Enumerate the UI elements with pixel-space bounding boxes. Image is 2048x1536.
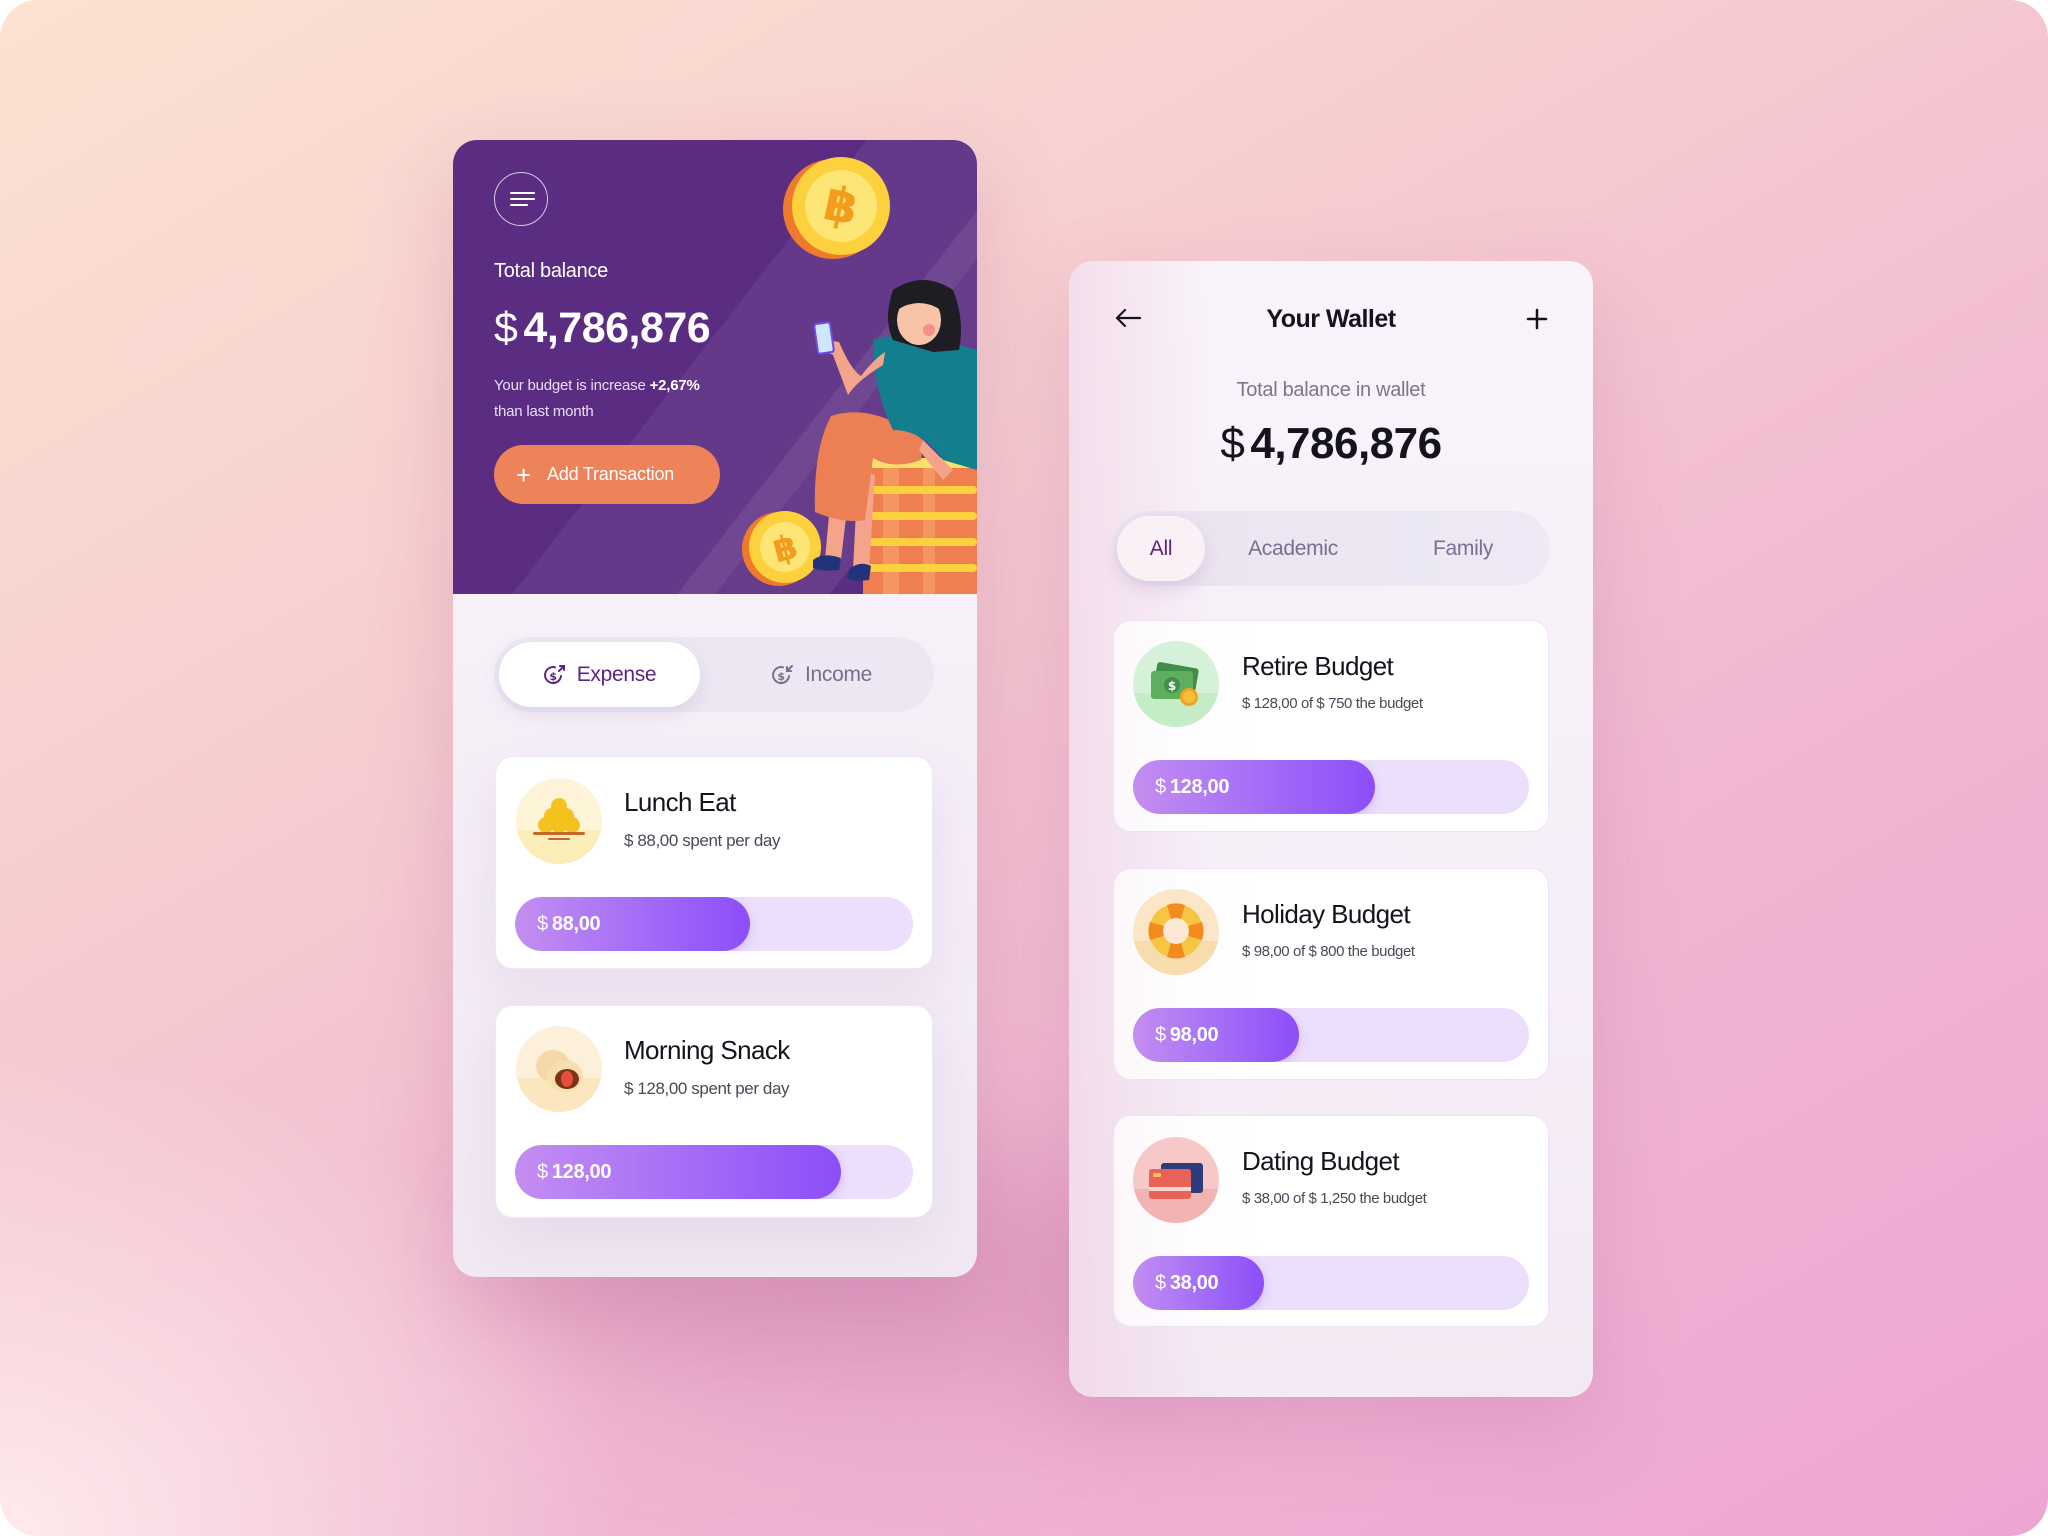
credit-card-icon — [1133, 1137, 1219, 1223]
budget-subtitle: $ 128,00 of $ 750 the budget — [1242, 695, 1423, 712]
balance-hero: ฿ ฿ Total balance $ 4,786,876 Your budge… — [453, 140, 977, 594]
canvas-background: ฿ ฿ Total balance $ 4,786,876 Your budge… — [0, 0, 2048, 1536]
expense-subtitle: $ 88,00 spent per day — [624, 831, 781, 850]
budget-subtitle: $ 38,00 of $ 1,250 the budget — [1242, 1190, 1427, 1207]
hamburger-line — [510, 198, 535, 200]
money-cash-icon: $ — [1133, 641, 1219, 727]
budget-change-note: Your budget is increase +2,67% than last… — [494, 373, 700, 425]
hamburger-line — [510, 204, 528, 206]
total-balance-label: Total balance — [494, 260, 608, 282]
filter-academic[interactable]: Academic — [1223, 516, 1363, 581]
expense-card[interactable]: Lunch Eat $ 88,00 spent per day $88,00 — [495, 756, 933, 969]
hamburger-menu-icon — [510, 192, 535, 194]
filter-family[interactable]: Family — [1393, 516, 1533, 581]
budget-note-prefix: Your budget is increase — [494, 377, 646, 394]
progress-fill: $98,00 — [1133, 1008, 1300, 1062]
expense-progress-bar: $128,00 — [515, 1145, 913, 1199]
total-balance-amount: $4,786,876 — [494, 304, 711, 353]
bar-currency: $ — [1155, 1023, 1166, 1046]
coin-stack — [858, 458, 977, 594]
bar-currency: $ — [537, 1160, 548, 1183]
bar-value: 88,00 — [551, 912, 601, 935]
budget-subtitle: $ 98,00 of $ 800 the budget — [1242, 943, 1415, 960]
progress-fill: $128,00 — [515, 1145, 842, 1199]
mochi-snack-icon — [516, 1026, 602, 1112]
budget-title: Holiday Budget — [1242, 899, 1411, 929]
expense-title: Lunch Eat — [624, 787, 736, 817]
expense-screen: ฿ ฿ Total balance $ 4,786,876 Your budge… — [453, 140, 977, 1277]
budget-note-suffix: than last month — [494, 403, 594, 420]
progress-fill: $128,00 — [1133, 760, 1375, 814]
wallet-screen: Your Wallet Total balance in wallet $4,7… — [1069, 261, 1593, 1397]
plus-icon: + — [516, 459, 531, 490]
plus-icon[interactable] — [1525, 307, 1549, 331]
tab-expense-label: Expense — [576, 662, 657, 686]
tab-income-label: Income — [804, 662, 873, 686]
balance-value: 4,786,876 — [523, 304, 711, 352]
bar-currency: $ — [537, 912, 548, 935]
bar-value: 98,00 — [1169, 1023, 1219, 1046]
progress-fill: $38,00 — [1133, 1256, 1264, 1310]
progress-fill: $88,00 — [515, 897, 750, 951]
tab-income[interactable]: $ Income — [714, 642, 929, 707]
svg-text:$: $ — [777, 670, 784, 683]
wallet-balance-label: Total balance in wallet — [1236, 379, 1426, 401]
filter-all[interactable]: All — [1117, 516, 1205, 581]
lifebuoy-icon — [1133, 889, 1219, 975]
expense-title: Morning Snack — [624, 1035, 790, 1065]
page-title: Your Wallet — [1266, 305, 1396, 333]
budget-card[interactable]: Holiday Budget $ 98,00 of $ 800 the budg… — [1113, 868, 1549, 1080]
budget-card[interactable]: $ Retire Budget $ 128,00 of $ 750 the bu… — [1113, 620, 1549, 832]
svg-text:$: $ — [549, 670, 556, 683]
tab-expense[interactable]: $ Expense — [499, 642, 700, 707]
budget-change-value: +2,67% — [649, 377, 700, 394]
budget-progress-bar: $98,00 — [1133, 1008, 1529, 1062]
bitcoin-coin-icon: ฿ — [742, 511, 821, 586]
budget-progress-bar: $38,00 — [1133, 1256, 1529, 1310]
expense-card[interactable]: Morning Snack $ 128,00 spent per day $12… — [495, 1005, 933, 1218]
budget-title: Dating Budget — [1242, 1146, 1400, 1176]
food-bowl-icon — [516, 778, 602, 864]
expense-progress-bar: $88,00 — [515, 897, 913, 951]
menu-button[interactable] — [494, 172, 548, 226]
balance-value: 4,786,876 — [1250, 419, 1442, 468]
bar-value: 128,00 — [1169, 775, 1230, 798]
bar-value: 38,00 — [1169, 1271, 1219, 1294]
expense-income-toggle: $ Expense $ Income — [494, 637, 934, 712]
expense-subtitle: $ 128,00 spent per day — [624, 1079, 790, 1098]
dollar-in-icon: $ — [772, 664, 793, 684]
wallet-balance-amount: $4,786,876 — [1069, 419, 1593, 469]
budget-card[interactable]: Dating Budget $ 38,00 of $ 1,250 the bud… — [1113, 1115, 1549, 1327]
wallet-filter-tabs: All Academic Family — [1113, 511, 1550, 586]
add-transaction-button[interactable]: + Add Transaction — [494, 445, 720, 504]
budget-title: Retire Budget — [1242, 651, 1394, 681]
bar-value: 128,00 — [551, 1160, 612, 1183]
add-transaction-label: Add Transaction — [546, 464, 675, 484]
bar-currency: $ — [1155, 1271, 1166, 1294]
svg-text:$: $ — [1168, 679, 1176, 693]
currency-symbol: $ — [494, 304, 518, 352]
bitcoin-coin-icon: ฿ — [783, 157, 890, 259]
currency-symbol: $ — [1220, 419, 1245, 468]
budget-progress-bar: $128,00 — [1133, 760, 1529, 814]
bar-currency: $ — [1155, 775, 1166, 798]
dollar-out-icon: $ — [543, 664, 565, 684]
